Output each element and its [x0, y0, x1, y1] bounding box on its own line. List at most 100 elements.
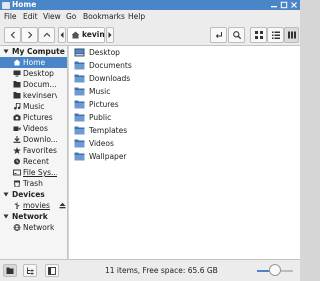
sidebar-item-label: kevinserv	[23, 91, 57, 100]
desktop-icon	[13, 70, 21, 77]
sidebar-item-label: Favorites	[23, 146, 57, 155]
chevron-down-icon	[3, 192, 9, 197]
status-text: 11 items, Free space: 65.6 GB	[105, 266, 218, 275]
path-segment-kevin[interactable]: kevin	[67, 27, 105, 43]
eject-icon[interactable]	[59, 202, 66, 209]
sidebar-section-devices[interactable]: Devices	[0, 189, 67, 200]
chevron-down-icon	[3, 49, 9, 54]
sidebar-item-trash[interactable]: Trash	[0, 178, 67, 189]
sidebar-item-home[interactable]: Home	[0, 57, 67, 68]
sidebar-item-videos[interactable]: Videos	[0, 123, 67, 134]
compact-view-button[interactable]	[284, 27, 299, 43]
file-name: Pictures	[89, 100, 119, 109]
sidebar-item-pictures[interactable]: Pictures	[0, 112, 67, 123]
folder-icon	[74, 139, 85, 148]
menu-file[interactable]: File	[4, 10, 17, 24]
maximize-button[interactable]	[280, 1, 288, 9]
folder-icon	[74, 113, 85, 122]
menu-edit[interactable]: Edit	[23, 10, 38, 24]
menu-bookmarks[interactable]: Bookmarks	[83, 10, 125, 24]
file-name: Templates	[89, 126, 128, 135]
file-item-wallpaper[interactable]: Wallpaper	[72, 150, 212, 163]
show-treeview-button[interactable]	[23, 264, 37, 277]
file-item-pictures[interactable]: Pictures	[72, 98, 212, 111]
file-item-downloads[interactable]: Downloads	[72, 72, 212, 85]
folder-icon	[74, 100, 85, 109]
tree-view-icon	[27, 267, 34, 274]
file-item-templates[interactable]: Templates	[72, 124, 212, 137]
path-scroll-right-button[interactable]	[106, 27, 114, 43]
sidebar-item-documents[interactable]: Docum...	[0, 79, 67, 90]
chevron-down-icon	[3, 214, 9, 219]
icon-view-button[interactable]	[250, 27, 267, 43]
path-scroll-left-button[interactable]	[58, 27, 66, 43]
sidebar-section-network[interactable]: Network	[0, 211, 67, 222]
videos-icon	[13, 126, 21, 131]
sidebar-item-desktop[interactable]: Desktop	[0, 68, 67, 79]
sidebar-item-music[interactable]: Music	[0, 101, 67, 112]
sidebar-item-downloads[interactable]: Downlo...	[0, 134, 67, 145]
network-icon	[13, 224, 21, 231]
toggle-sidebar-button[interactable]	[45, 264, 59, 277]
toggle-location-button[interactable]	[210, 27, 227, 43]
minimize-icon	[271, 6, 277, 8]
sidebar-item-label: Home	[23, 58, 46, 67]
sidebar-item-label: Trash	[23, 179, 43, 188]
zoom-slider-handle[interactable]	[269, 264, 281, 276]
window-titlebar[interactable]: Home	[0, 0, 300, 10]
file-list[interactable]: Desktop Documents Downloads Music Pictur…	[69, 46, 300, 259]
sidebar-item-favorites[interactable]: Favorites	[0, 145, 67, 156]
sidebar-item-movies[interactable]: movies	[0, 200, 67, 211]
back-button[interactable]	[4, 27, 21, 43]
minimize-button[interactable]	[270, 1, 278, 9]
sidebar-item-kevinserv[interactable]: kevinserv	[0, 90, 67, 101]
file-item-music[interactable]: Music	[72, 85, 212, 98]
maximize-icon	[280, 1, 288, 9]
file-item-videos[interactable]: Videos	[72, 137, 212, 150]
sidebar-item-network[interactable]: Network	[0, 222, 67, 233]
sidebar-section-label: Network	[12, 212, 48, 221]
folder-icon	[74, 87, 85, 96]
sidebar-item-recent[interactable]: Recent	[0, 156, 67, 167]
places-folder-icon	[6, 267, 14, 274]
sidebar-section-my-computer[interactable]: My Compute	[0, 46, 67, 57]
sidebar-item-label: Downlo...	[23, 135, 57, 144]
search-button[interactable]	[228, 27, 245, 43]
sidebar-item-label: Videos	[23, 124, 48, 133]
folder-icon	[74, 152, 85, 161]
status-bar: 11 items, Free space: 65.6 GB	[0, 259, 300, 281]
triangle-left-icon	[60, 32, 64, 38]
file-item-documents[interactable]: Documents	[72, 59, 212, 72]
trash-icon	[14, 180, 20, 187]
sidebar-item-label: Desktop	[23, 69, 54, 78]
list-view-button[interactable]	[267, 27, 284, 43]
file-name: Desktop	[89, 48, 120, 57]
file-name: Music	[89, 87, 111, 96]
close-button[interactable]	[290, 1, 298, 9]
menu-view[interactable]: View	[43, 10, 61, 24]
sidebar: My Compute Home Desktop Docum... kevinse…	[0, 46, 68, 259]
file-name: Downloads	[89, 74, 131, 83]
triangle-right-icon	[108, 32, 112, 38]
folder-icon	[2, 2, 10, 9]
downloads-icon	[13, 136, 21, 143]
up-arrow-icon	[43, 32, 50, 37]
file-item-desktop[interactable]: Desktop	[72, 46, 212, 59]
file-name: Public	[89, 113, 112, 122]
sidebar-item-label: Network	[23, 223, 55, 232]
file-item-public[interactable]: Public	[72, 111, 212, 124]
close-icon	[291, 2, 297, 8]
path-label: kevin	[82, 30, 105, 39]
menu-go[interactable]: Go	[66, 10, 76, 24]
menu-help[interactable]: Help	[128, 10, 145, 24]
sidebar-item-label: File Sys...	[23, 168, 57, 177]
show-places-button[interactable]	[3, 264, 17, 277]
sidebar-item-label: Docum...	[23, 80, 57, 89]
documents-icon	[13, 81, 21, 88]
up-button[interactable]	[38, 27, 55, 43]
sidebar-item-file-system[interactable]: File Sys...	[0, 167, 67, 178]
window-title: Home	[12, 0, 37, 9]
toolbar: kevin	[0, 24, 300, 46]
forward-button[interactable]	[21, 27, 38, 43]
desktop-folder-icon	[74, 48, 85, 57]
